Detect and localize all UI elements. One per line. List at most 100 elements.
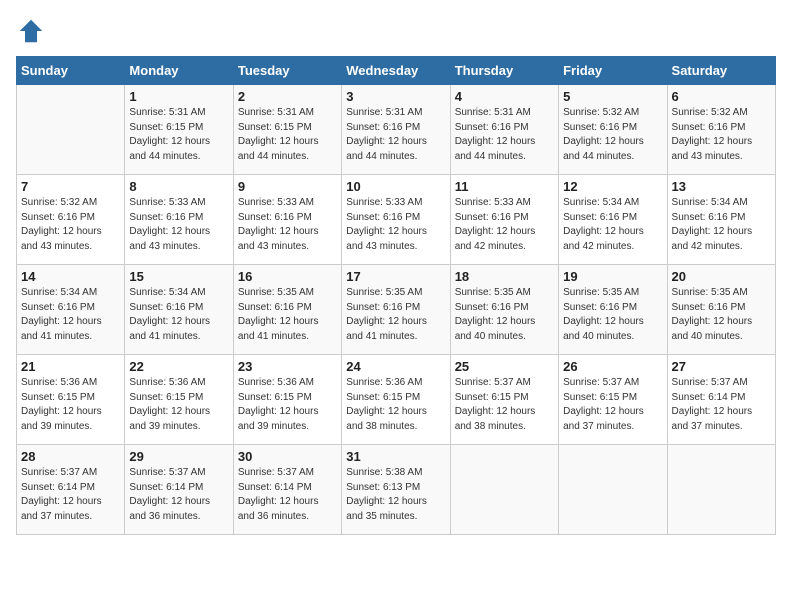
day-info: Sunrise: 5:37 AMSunset: 6:14 PMDaylight:… [672,376,771,434]
calendar-cell: 8 Sunrise: 5:33 AMSunset: 6:16 PMDaylight… [125,175,233,265]
calendar-week-1: 1 Sunrise: 5:31 AMSunset: 6:15 PMDaylight… [17,85,776,175]
calendar-cell: 28Sunrise: 5:37 AMSunset: 6:14 PMDayligh… [17,445,125,535]
day-info: Sunrise: 5:36 AMSunset: 6:15 PMDaylight:… [346,376,445,434]
day-info: Sunrise: 5:38 AMSunset: 6:13 PMDaylight:… [346,466,445,524]
day-info: Sunrise: 5:34 AMSunset: 6:16 PMDaylight:… [563,196,662,254]
calendar-cell: 18 Sunrise: 5:35 AMSunset: 6:16 PMDayligh… [450,265,558,355]
column-header-thursday: Thursday [450,57,558,85]
column-header-wednesday: Wednesday [342,57,450,85]
calendar-cell: 17 Sunrise: 5:35 AMSunset: 6:16 PMDayligh… [342,265,450,355]
day-info: Sunrise: 5:35 AMSunset: 6:16 PMDaylight:… [563,286,662,344]
day-number: 25 [455,359,554,374]
day-number: 5 [563,89,662,104]
page-header [16,16,776,46]
day-info: Sunrise: 5:37 AMSunset: 6:14 PMDaylight:… [238,466,337,524]
calendar-cell: 14Sunrise: 5:34 AMSunset: 6:16 PMDayligh… [17,265,125,355]
day-info: Sunrise: 5:32 AMSunset: 6:16 PMDaylight:… [21,196,120,254]
calendar-cell: 9 Sunrise: 5:33 AMSunset: 6:16 PMDaylight… [233,175,341,265]
calendar-cell [667,445,775,535]
day-info: Sunrise: 5:31 AMSunset: 6:15 PMDaylight:… [238,106,337,164]
calendar-cell: 27 Sunrise: 5:37 AMSunset: 6:14 PMDayligh… [667,355,775,445]
day-info: Sunrise: 5:35 AMSunset: 6:16 PMDaylight:… [238,286,337,344]
day-info: Sunrise: 5:32 AMSunset: 6:16 PMDaylight:… [672,106,771,164]
calendar-cell: 23Sunrise: 5:36 AMSunset: 6:15 PMDayligh… [233,355,341,445]
day-info: Sunrise: 5:34 AMSunset: 6:16 PMDaylight:… [129,286,228,344]
day-info: Sunrise: 5:32 AMSunset: 6:16 PMDaylight:… [563,106,662,164]
day-number: 6 [672,89,771,104]
calendar-cell: 12 Sunrise: 5:34 AMSunset: 6:16 PMDayligh… [559,175,667,265]
day-info: Sunrise: 5:36 AMSunset: 6:15 PMDaylight:… [21,376,120,434]
day-info: Sunrise: 5:33 AMSunset: 6:16 PMDaylight:… [455,196,554,254]
calendar-cell: 30 Sunrise: 5:37 AMSunset: 6:14 PMDayligh… [233,445,341,535]
calendar-cell: 31 Sunrise: 5:38 AMSunset: 6:13 PMDayligh… [342,445,450,535]
day-info: Sunrise: 5:35 AMSunset: 6:16 PMDaylight:… [672,286,771,344]
calendar-cell: 6 Sunrise: 5:32 AMSunset: 6:16 PMDaylight… [667,85,775,175]
day-number: 20 [672,269,771,284]
day-number: 21 [21,359,120,374]
logo [16,16,50,46]
calendar-cell: 16 Sunrise: 5:35 AMSunset: 6:16 PMDayligh… [233,265,341,355]
day-number: 27 [672,359,771,374]
day-info: Sunrise: 5:33 AMSunset: 6:16 PMDaylight:… [129,196,228,254]
logo-icon [16,16,46,46]
day-info: Sunrise: 5:31 AMSunset: 6:15 PMDaylight:… [129,106,228,164]
day-number: 4 [455,89,554,104]
day-number: 12 [563,179,662,194]
day-info: Sunrise: 5:31 AMSunset: 6:16 PMDaylight:… [455,106,554,164]
calendar-cell: 11 Sunrise: 5:33 AMSunset: 6:16 PMDayligh… [450,175,558,265]
day-number: 19 [563,269,662,284]
day-info: Sunrise: 5:35 AMSunset: 6:16 PMDaylight:… [455,286,554,344]
day-info: Sunrise: 5:33 AMSunset: 6:16 PMDaylight:… [346,196,445,254]
calendar-cell: 1 Sunrise: 5:31 AMSunset: 6:15 PMDaylight… [125,85,233,175]
day-number: 28 [21,449,120,464]
calendar-cell: 21 Sunrise: 5:36 AMSunset: 6:15 PMDayligh… [17,355,125,445]
day-info: Sunrise: 5:37 AMSunset: 6:15 PMDaylight:… [455,376,554,434]
day-info: Sunrise: 5:34 AMSunset: 6:16 PMDaylight:… [21,286,120,344]
column-header-tuesday: Tuesday [233,57,341,85]
day-number: 11 [455,179,554,194]
day-info: Sunrise: 5:33 AMSunset: 6:16 PMDaylight:… [238,196,337,254]
day-number: 26 [563,359,662,374]
day-number: 16 [238,269,337,284]
calendar-cell: 25 Sunrise: 5:37 AMSunset: 6:15 PMDayligh… [450,355,558,445]
calendar-week-5: 28 Sunrise: 5:37 AMSunset: 6:14 PMDayligh… [17,445,776,535]
day-number: 13 [672,179,771,194]
calendar-cell: 10 Sunrise: 5:33 AMSunset: 6:16 PMDayligh… [342,175,450,265]
calendar-week-3: 14Sunrise: 5:34 AMSunset: 6:16 PMDayligh… [17,265,776,355]
day-info: Sunrise: 5:36 AMSunset: 6:15 PMDaylight:… [238,376,337,434]
calendar-week-4: 21 Sunrise: 5:36 AMSunset: 6:15 PMDayligh… [17,355,776,445]
calendar-cell: 2 Sunrise: 5:31 AMSunset: 6:15 PMDaylight… [233,85,341,175]
calendar-week-2: 7 Sunrise: 5:32 AMSunset: 6:16 PMDaylight… [17,175,776,265]
day-number: 22 [129,359,228,374]
day-number: 10 [346,179,445,194]
calendar-cell [450,445,558,535]
day-number: 30 [238,449,337,464]
day-number: 2 [238,89,337,104]
calendar-cell: 7 Sunrise: 5:32 AMSunset: 6:16 PMDaylight… [17,175,125,265]
day-number: 3 [346,89,445,104]
calendar-cell: 3 Sunrise: 5:31 AMSunset: 6:16 PMDaylight… [342,85,450,175]
column-header-monday: Monday [125,57,233,85]
calendar-cell: 4 Sunrise: 5:31 AMSunset: 6:16 PMDaylight… [450,85,558,175]
calendar-cell: 26Sunrise: 5:37 AMSunset: 6:15 PMDayligh… [559,355,667,445]
day-number: 31 [346,449,445,464]
day-number: 7 [21,179,120,194]
calendar-cell: 15Sunrise: 5:34 AMSunset: 6:16 PMDayligh… [125,265,233,355]
calendar-cell: 5 Sunrise: 5:32 AMSunset: 6:16 PMDaylight… [559,85,667,175]
day-info: Sunrise: 5:36 AMSunset: 6:15 PMDaylight:… [129,376,228,434]
day-number: 8 [129,179,228,194]
calendar-cell: 24Sunrise: 5:36 AMSunset: 6:15 PMDayligh… [342,355,450,445]
day-number: 29 [129,449,228,464]
calendar-cell [559,445,667,535]
calendar-cell [17,85,125,175]
day-number: 17 [346,269,445,284]
column-header-saturday: Saturday [667,57,775,85]
day-info: Sunrise: 5:35 AMSunset: 6:16 PMDaylight:… [346,286,445,344]
column-header-friday: Friday [559,57,667,85]
column-header-sunday: Sunday [17,57,125,85]
day-info: Sunrise: 5:31 AMSunset: 6:16 PMDaylight:… [346,106,445,164]
day-number: 18 [455,269,554,284]
day-number: 9 [238,179,337,194]
calendar-cell: 19 Sunrise: 5:35 AMSunset: 6:16 PMDayligh… [559,265,667,355]
day-number: 1 [129,89,228,104]
